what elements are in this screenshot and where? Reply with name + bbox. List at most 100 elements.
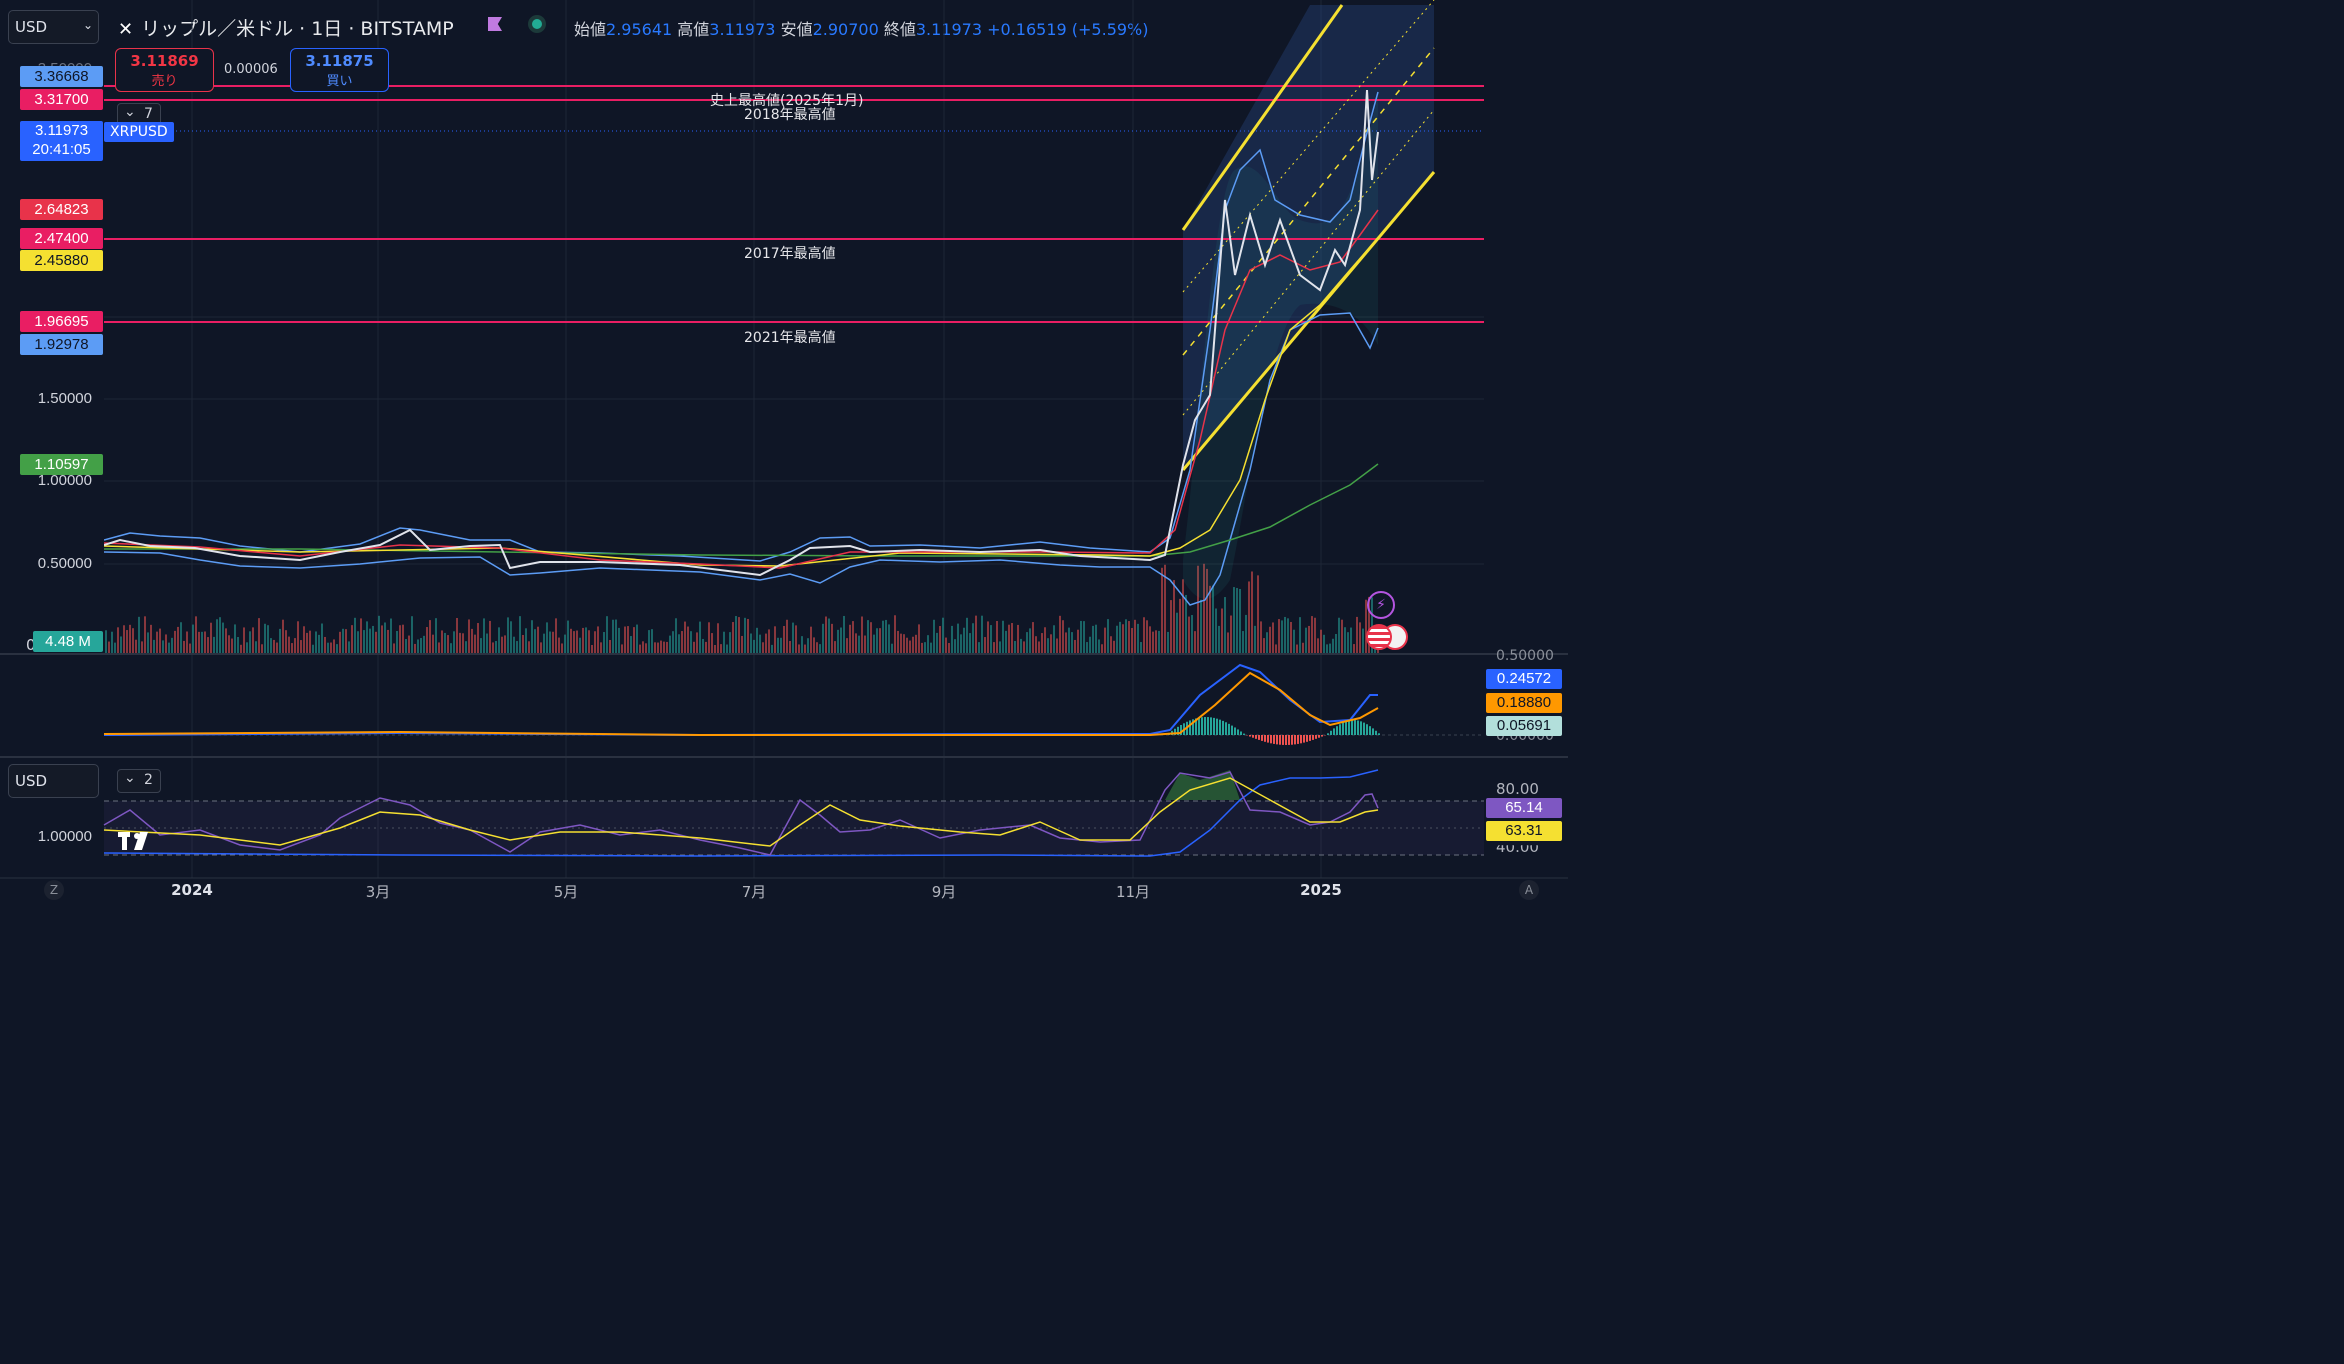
buy-button[interactable]: 3.11875 買い: [290, 48, 389, 92]
volume-bar: [804, 644, 806, 653]
volume-bar: [276, 642, 278, 653]
volume-bar: [1284, 616, 1286, 653]
volume-bar: [1092, 625, 1094, 653]
volume-bar: [1119, 621, 1121, 653]
volume-bar: [876, 628, 878, 653]
volume-bar: [1146, 620, 1148, 653]
volume-bar: [177, 626, 179, 653]
volume-bar: [513, 636, 515, 653]
volume-bar: [168, 642, 170, 653]
time-label-sep: 9月: [931, 883, 957, 901]
volume-bar: [819, 644, 821, 653]
volume-bar: [1263, 638, 1265, 653]
volume-bar: [1242, 631, 1244, 653]
price-label-yellow-ma: 2.45880: [20, 250, 103, 271]
volume-bar: [234, 624, 236, 653]
volume-bar: [1281, 620, 1283, 653]
volume-bar: [450, 643, 452, 653]
volume-bar: [1350, 627, 1352, 653]
buy-price: 3.11875: [305, 52, 374, 70]
macd-histogram-bar: [1201, 717, 1203, 735]
volume-bar: [777, 637, 779, 653]
volume-bar: [1239, 589, 1241, 653]
volume-bar: [732, 622, 734, 653]
volume-bar: [384, 622, 386, 653]
rsi-ma-value: 63.31: [1486, 821, 1562, 841]
macd-histogram-bar: [1243, 733, 1245, 735]
volume-bar: [369, 628, 371, 653]
macd-histogram-bar: [1240, 731, 1242, 735]
us-flag-event-icon[interactable]: [1366, 624, 1392, 650]
volume-bar: [132, 628, 134, 653]
volume-bar: [699, 621, 701, 653]
macd-histogram-bar: [1261, 735, 1263, 741]
zoom-button[interactable]: Z: [44, 880, 64, 900]
volume-bar: [579, 637, 581, 653]
volume-bar: [780, 637, 782, 653]
volume-bar: [114, 642, 116, 653]
volume-bar: [495, 640, 497, 653]
indicators-count: 7: [144, 106, 153, 122]
chart-canvas[interactable]: [0, 0, 1568, 912]
macd-histogram-bar: [1348, 720, 1350, 735]
price-label-upper-band: 3.36668: [20, 66, 103, 87]
volume-bar: [129, 624, 131, 653]
volume-bar: [564, 634, 566, 653]
volume-bar: [1191, 615, 1193, 653]
volume-bar: [387, 629, 389, 653]
macd-histogram-bar: [1369, 726, 1371, 735]
volume-bar: [600, 642, 602, 653]
volume-bar: [1329, 643, 1331, 653]
rsi-legend-toggle[interactable]: ⌄ 2: [117, 769, 161, 793]
macd-value: 0.24572: [1486, 669, 1562, 689]
volume-bar: [870, 622, 872, 653]
macd-histogram-bar: [1351, 720, 1353, 735]
volume-bar: [186, 631, 188, 653]
lightning-icon[interactable]: ⚡: [1367, 591, 1395, 619]
time-label-2024: 2024: [171, 881, 213, 899]
volume-bar: [633, 627, 635, 653]
volume-bar: [1044, 627, 1046, 653]
volume-bar: [975, 615, 977, 653]
macd-histogram-bar: [1270, 735, 1272, 744]
sell-button[interactable]: 3.11869 売り: [115, 48, 214, 92]
volume-bar: [906, 637, 908, 653]
rsi-currency-select[interactable]: USD: [8, 764, 99, 798]
volume-bar: [573, 631, 575, 653]
volume-bar: [1179, 598, 1181, 653]
volume-bar: [1347, 632, 1349, 653]
volume-bar: [567, 620, 569, 653]
volume-bar: [801, 636, 803, 653]
volume-bar: [405, 638, 407, 653]
auto-scale-button[interactable]: A: [1519, 880, 1539, 900]
volume-bar: [789, 640, 791, 653]
volume-bar: [879, 628, 881, 653]
volume-bar: [516, 641, 518, 653]
volume-bar: [1035, 636, 1037, 653]
macd-histogram-bar: [1207, 717, 1209, 735]
volume-bar: [1122, 624, 1124, 653]
volume-bar: [321, 623, 323, 653]
volume-bar: [291, 643, 293, 653]
volume-bar: [747, 618, 749, 653]
volume-bar: [942, 617, 944, 653]
price-tick: 1.00000: [37, 472, 92, 489]
volume-bar: [1074, 639, 1076, 653]
volume-bar: [951, 625, 953, 653]
buy-label: 買い: [326, 74, 353, 89]
macd-histogram-bar: [1204, 717, 1206, 735]
macd-histogram-bar: [1327, 733, 1329, 735]
volume-bar: [948, 643, 950, 653]
macd-histogram-bar: [1264, 735, 1266, 742]
macd-histogram-bar: [1339, 724, 1341, 735]
volume-bar: [1086, 642, 1088, 653]
volume-bar: [555, 618, 557, 653]
volume-bar: [645, 643, 647, 653]
time-label-may: 5月: [553, 883, 579, 901]
volume-bar: [1011, 623, 1013, 653]
volume-bar: [1305, 627, 1307, 653]
volume-bar: [519, 616, 521, 653]
macd-histogram-bar: [1252, 735, 1254, 738]
volume-bar: [690, 631, 692, 653]
volume-bar: [1098, 639, 1100, 653]
